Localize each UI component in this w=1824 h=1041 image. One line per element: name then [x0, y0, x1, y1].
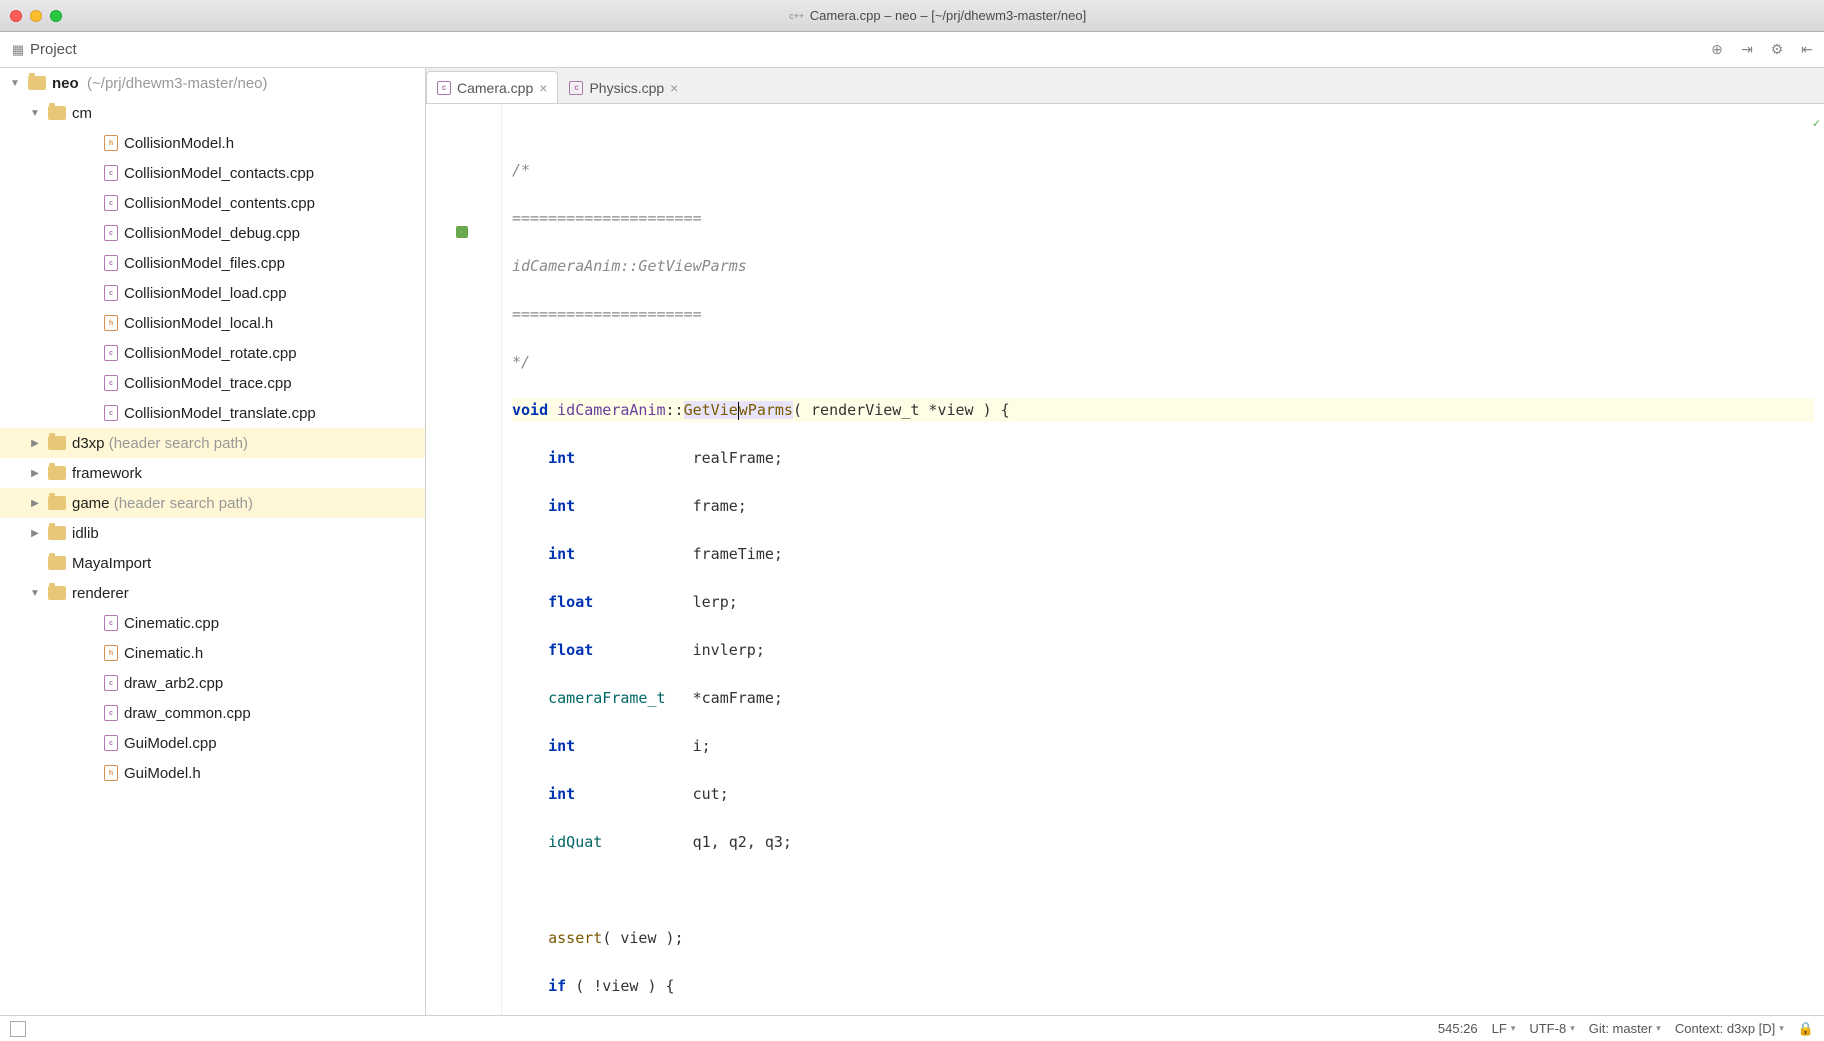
- minimize-window-button[interactable]: [30, 10, 42, 22]
- root-name: neo: [52, 75, 79, 92]
- cpp-file-icon: c: [437, 81, 451, 95]
- tree-file[interactable]: cCollisionModel_load.cpp: [0, 278, 425, 308]
- title-text: Camera.cpp – neo – [~/prj/dhewm3-master/…: [810, 8, 1086, 23]
- cpp-file-icon: c: [569, 81, 583, 95]
- tree-file[interactable]: cCollisionModel_debug.cpp: [0, 218, 425, 248]
- editor-gutter[interactable]: [426, 104, 502, 1015]
- tree-file[interactable]: cCollisionModel_contacts.cpp: [0, 158, 425, 188]
- cpp-file-icon: c: [104, 225, 118, 241]
- folder-label: cm: [72, 105, 92, 122]
- cpp-file-icon: c: [104, 705, 118, 721]
- editor-tabs: c Camera.cpp × c Physics.cpp ×: [426, 68, 1824, 104]
- gutter-mark-icon[interactable]: [456, 226, 468, 238]
- disclosure-blank-icon: [28, 558, 42, 569]
- tree-file[interactable]: cCollisionModel_files.cpp: [0, 248, 425, 278]
- window-title: c++ Camera.cpp – neo – [~/prj/dhewm3-mas…: [62, 8, 1814, 23]
- folder-icon: [48, 436, 66, 450]
- tree-folder-idlib[interactable]: ▶ idlib: [0, 518, 425, 548]
- editor-area: c Camera.cpp × c Physics.cpp × ✓ /* ====…: [426, 68, 1824, 1015]
- cpp-file-icon: c: [104, 195, 118, 211]
- folder-icon: [48, 556, 66, 570]
- window-controls: [10, 10, 62, 22]
- tab-label: Physics.cpp: [589, 80, 664, 96]
- h-file-icon: h: [104, 645, 118, 661]
- h-file-icon: h: [104, 135, 118, 151]
- cpp-file-icon: c++: [790, 9, 804, 23]
- tree-file[interactable]: cCollisionModel_contents.cpp: [0, 188, 425, 218]
- settings-gear-icon[interactable]: ⚙: [1768, 41, 1786, 59]
- hide-panel-icon[interactable]: ⇤: [1798, 41, 1816, 59]
- cpp-file-icon: c: [104, 615, 118, 631]
- tree-file[interactable]: cCollisionModel_rotate.cpp: [0, 338, 425, 368]
- disclosure-triangle-icon[interactable]: ▼: [28, 588, 42, 599]
- disclosure-triangle-icon[interactable]: ▶: [28, 438, 42, 449]
- tab-label: Camera.cpp: [457, 80, 533, 96]
- code-content[interactable]: ✓ /* ===================== idCameraAnim:…: [502, 104, 1824, 1015]
- git-branch[interactable]: Git: master▾: [1589, 1021, 1661, 1036]
- tree-file[interactable]: hCollisionModel.h: [0, 128, 425, 158]
- context-selector[interactable]: Context: d3xp [D]▾: [1675, 1021, 1784, 1036]
- tree-file[interactable]: cdraw_common.cpp: [0, 698, 425, 728]
- tree-file[interactable]: hGuiModel.h: [0, 758, 425, 788]
- cpp-file-icon: c: [104, 375, 118, 391]
- collapse-all-icon[interactable]: ⊕: [1708, 41, 1726, 59]
- close-tab-icon[interactable]: ×: [539, 80, 547, 96]
- status-bar: 545:26 LF▾ UTF-8▾ Git: master▾ Context: …: [0, 1015, 1824, 1041]
- tab-physics[interactable]: c Physics.cpp ×: [558, 71, 689, 103]
- folder-icon: [48, 586, 66, 600]
- tree-file[interactable]: cGuiModel.cpp: [0, 728, 425, 758]
- tree-file[interactable]: cCollisionModel_translate.cpp: [0, 398, 425, 428]
- disclosure-triangle-icon[interactable]: ▼: [28, 108, 42, 119]
- cpp-file-icon: c: [104, 255, 118, 271]
- cpp-file-icon: c: [104, 405, 118, 421]
- project-tool-icon[interactable]: ▦: [10, 42, 26, 58]
- root-path: (~/prj/dhewm3-master/neo): [87, 75, 267, 92]
- folder-icon: [48, 106, 66, 120]
- cpp-file-icon: c: [104, 165, 118, 181]
- inspection-ok-icon[interactable]: ✓: [1813, 110, 1820, 135]
- disclosure-triangle-icon[interactable]: ▶: [28, 498, 42, 509]
- tree-file[interactable]: hCollisionModel_local.h: [0, 308, 425, 338]
- tree-folder-d3xp[interactable]: ▶ d3xp (header search path): [0, 428, 425, 458]
- h-file-icon: h: [104, 315, 118, 331]
- close-tab-icon[interactable]: ×: [670, 80, 678, 96]
- scroll-from-source-icon[interactable]: ⇥: [1738, 41, 1756, 59]
- tree-folder-mayaimport[interactable]: MayaImport: [0, 548, 425, 578]
- disclosure-triangle-icon[interactable]: ▼: [8, 78, 22, 89]
- project-root[interactable]: ▼ neo (~/prj/dhewm3-master/neo): [0, 68, 425, 98]
- code-editor[interactable]: ✓ /* ===================== idCameraAnim:…: [426, 104, 1824, 1015]
- h-file-icon: h: [104, 765, 118, 781]
- project-tree[interactable]: ▼ neo (~/prj/dhewm3-master/neo) ▼ cm hCo…: [0, 68, 426, 1015]
- tree-file[interactable]: cdraw_arb2.cpp: [0, 668, 425, 698]
- cpp-file-icon: c: [104, 675, 118, 691]
- project-toolbar: ▦ Project ⊕ ⇥ ⚙ ⇤: [0, 32, 1824, 68]
- lock-icon[interactable]: 🔒: [1798, 1021, 1814, 1037]
- project-panel-label[interactable]: Project: [30, 41, 77, 58]
- cursor-position[interactable]: 545:26: [1438, 1021, 1478, 1036]
- tree-file[interactable]: cCinematic.cpp: [0, 608, 425, 638]
- folder-icon: [48, 466, 66, 480]
- tree-folder-framework[interactable]: ▶ framework: [0, 458, 425, 488]
- main-content: ▼ neo (~/prj/dhewm3-master/neo) ▼ cm hCo…: [0, 68, 1824, 1015]
- tool-windows-icon[interactable]: [10, 1021, 26, 1037]
- disclosure-triangle-icon[interactable]: ▶: [28, 468, 42, 479]
- cpp-file-icon: c: [104, 735, 118, 751]
- tree-file[interactable]: cCollisionModel_trace.cpp: [0, 368, 425, 398]
- maximize-window-button[interactable]: [50, 10, 62, 22]
- tab-camera[interactable]: c Camera.cpp ×: [426, 71, 558, 103]
- tree-folder-cm[interactable]: ▼ cm: [0, 98, 425, 128]
- tree-folder-game[interactable]: ▶ game (header search path): [0, 488, 425, 518]
- disclosure-triangle-icon[interactable]: ▶: [28, 528, 42, 539]
- cpp-file-icon: c: [104, 345, 118, 361]
- cpp-file-icon: c: [104, 285, 118, 301]
- file-encoding[interactable]: UTF-8▾: [1529, 1021, 1574, 1036]
- folder-icon: [48, 496, 66, 510]
- tree-file[interactable]: hCinematic.h: [0, 638, 425, 668]
- folder-icon: [48, 526, 66, 540]
- line-separator[interactable]: LF▾: [1492, 1021, 1516, 1036]
- close-window-button[interactable]: [10, 10, 22, 22]
- folder-icon: [28, 76, 46, 90]
- titlebar: c++ Camera.cpp – neo – [~/prj/dhewm3-mas…: [0, 0, 1824, 32]
- tree-folder-renderer[interactable]: ▼ renderer: [0, 578, 425, 608]
